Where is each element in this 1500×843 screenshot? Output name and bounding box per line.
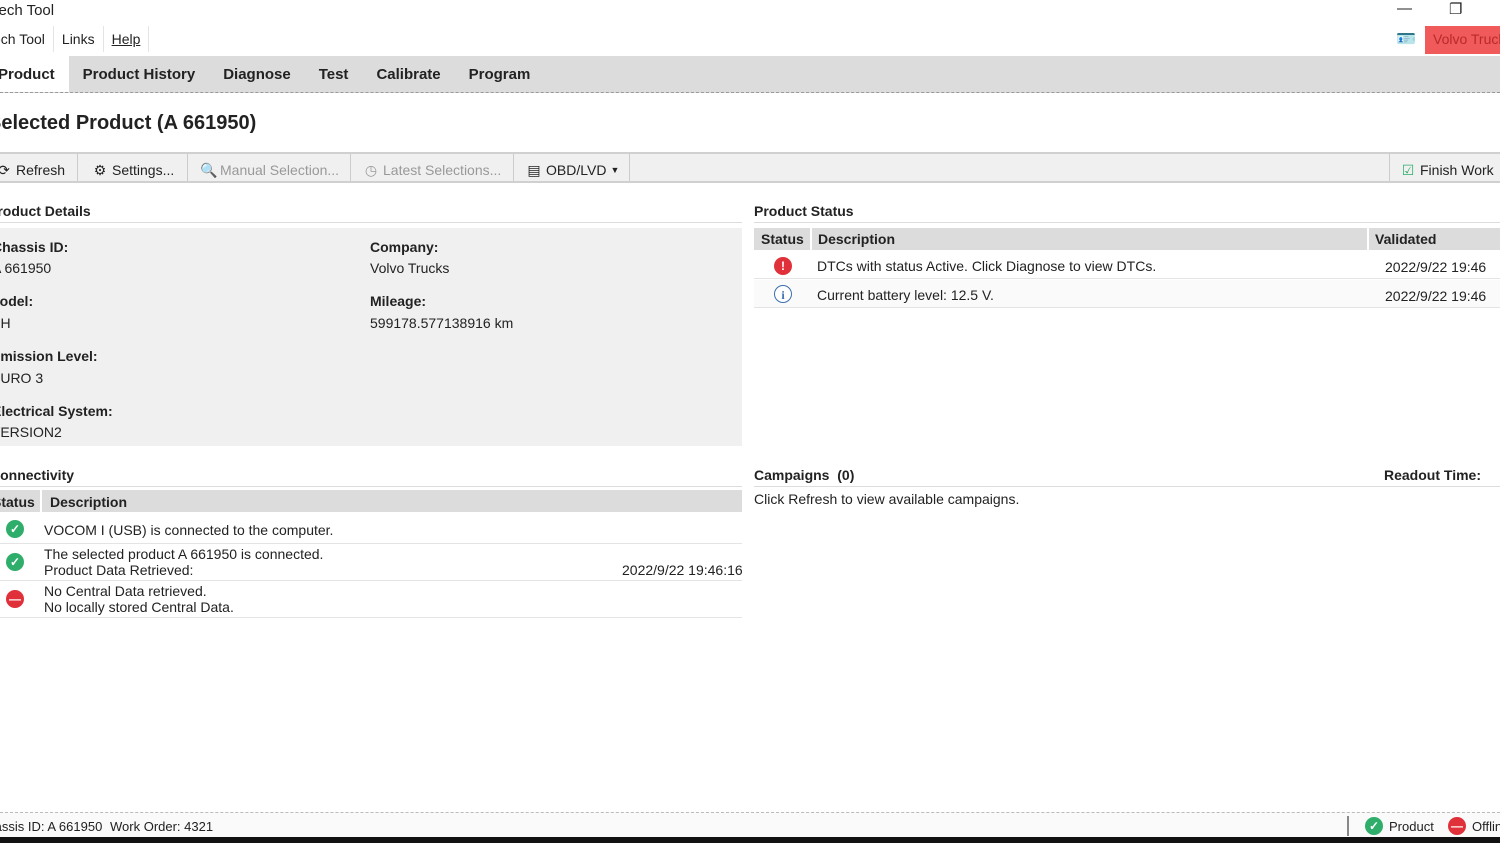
campaigns-count: (0) (837, 467, 855, 483)
product-status-row[interactable]: i Current battery level: 12.5 V. 2022/9/… (754, 280, 1500, 308)
connectivity-time: 2022/9/22 19:46:16 (622, 562, 743, 578)
col-validated: Validated (1367, 228, 1436, 250)
user-badge[interactable]: Volvo Trucks (1425, 26, 1500, 54)
user-card-icon[interactable]: 🪪 (1396, 29, 1416, 49)
product-details-title: Product Details (0, 203, 91, 219)
check-icon: ✓ (1365, 817, 1383, 835)
model-value: FH (0, 315, 11, 331)
title-bar: Tech Tool — ❐ (0, 0, 1500, 24)
status-description: DTCs with status Active. Click Diagnose … (817, 258, 1157, 274)
statusbar-chassis: Chassis ID: A 661950 (0, 819, 103, 834)
connectivity-text: No Central Data retrieved. (44, 583, 207, 599)
status-bar: Chassis ID: A 661950 Work Order: 4321 ✓ … (0, 812, 1500, 837)
document-icon: ▤ (527, 162, 541, 178)
finish-work-button[interactable]: ☑ Finish Work (1389, 154, 1500, 181)
refresh-button[interactable]: ⟳ Refresh (0, 154, 78, 181)
tab-test[interactable]: Test (305, 56, 363, 92)
campaigns-label: Campaigns (754, 467, 830, 483)
electrical-system-label: Electrical System: (0, 403, 113, 419)
product-status-row[interactable]: ! DTCs with status Active. Click Diagnos… (754, 251, 1500, 279)
stop-icon: — (1448, 817, 1466, 835)
obd-lvd-dropdown[interactable]: ▤ OBD/LVD ▼ (514, 154, 630, 181)
status-validated: 2022/9/22 19:46 (1385, 259, 1487, 275)
toolbar: ⟳ Refresh ⚙ Settings... 🔍 Manual Selection.… (0, 152, 1500, 183)
connectivity-title: Connectivity (0, 467, 75, 483)
refresh-icon: ⟳ (0, 162, 10, 178)
status-validated: 2022/9/22 19:46 (1385, 288, 1487, 304)
stop-icon: — (6, 590, 24, 608)
connectivity-row[interactable]: ✓ VOCOM I (USB) is connected to the comp… (0, 515, 742, 544)
taskbar-edge (0, 837, 1500, 843)
electrical-system-value: VERSION2 (0, 424, 62, 440)
latest-selections-button[interactable]: ◷ Latest Selections... (351, 154, 514, 181)
gear-icon: ⚙ (93, 162, 107, 178)
minimize-button[interactable]: — (1397, 0, 1412, 17)
search-icon: 🔍 (200, 162, 218, 178)
connectivity-header: Status Description (0, 490, 742, 512)
campaigns-title: Campaigns (0) (754, 467, 854, 483)
statusbar-offline: Offline (1472, 819, 1500, 834)
restore-button[interactable]: ❐ (1449, 0, 1462, 18)
tab-diagnose[interactable]: Diagnose (209, 56, 305, 92)
chevron-down-icon: ▼ (610, 165, 620, 175)
chassis-id-label: Chassis ID: (0, 239, 69, 255)
tab-calibrate[interactable]: Calibrate (362, 56, 454, 92)
menu-help[interactable]: Help (104, 26, 150, 52)
statusbar-work-order: Work Order: 4321 (110, 819, 214, 834)
page-title: Selected Product (A 661950) (0, 112, 257, 134)
info-icon: i (774, 285, 792, 303)
company-value: Volvo Trucks (370, 260, 450, 276)
settings-button[interactable]: ⚙ Settings... (86, 154, 188, 181)
clock-icon: ◷ (364, 162, 378, 178)
product-status-header: Status Description Validated (754, 228, 1500, 250)
col-status: Status (0, 494, 35, 510)
status-description: Current battery level: 12.5 V. (817, 287, 994, 303)
divider (1347, 816, 1349, 836)
product-status-title: Product Status (754, 203, 854, 219)
menu-links[interactable]: Links (54, 26, 104, 52)
main-tabs: Product Product History Diagnose Test Ca… (0, 56, 1500, 93)
tab-product-history[interactable]: Product History (69, 56, 210, 92)
statusbar-product: Product (1389, 819, 1434, 834)
connectivity-row[interactable]: ✓ The selected product A 661950 is conne… (0, 545, 743, 581)
check-icon: ✓ (6, 520, 24, 538)
product-details-panel: Chassis ID: A 661950 Company: Volvo Truc… (0, 228, 742, 446)
readout-time-label: Readout Time: (1384, 467, 1481, 483)
window-title: Tech Tool (0, 2, 55, 19)
menu-bar: Tech Tool Links Help (0, 26, 150, 52)
manual-selection-button[interactable]: 🔍 Manual Selection... (188, 154, 351, 181)
col-description: Description (40, 490, 127, 512)
mileage-value: 599178.577138916 km (370, 315, 514, 331)
tab-product[interactable]: Product (0, 56, 69, 92)
connectivity-text: Product Data Retrieved: (44, 562, 194, 578)
connectivity-text: VOCOM I (USB) is connected to the comput… (44, 522, 334, 538)
finish-work-icon: ☑ (1401, 162, 1415, 178)
emission-level-label: Emission Level: (0, 348, 98, 364)
menu-tech-tool[interactable]: Tech Tool (0, 26, 54, 52)
mileage-label: Mileage: (370, 293, 427, 309)
col-status: Status (761, 231, 804, 247)
campaigns-message: Click Refresh to view available campaign… (754, 491, 1020, 507)
connectivity-text: The selected product A 661950 is connect… (44, 546, 324, 562)
connectivity-row[interactable]: — No Central Data retrieved. No locally … (0, 582, 742, 618)
model-label: Model: (0, 293, 34, 309)
connectivity-text: No locally stored Central Data. (44, 599, 234, 615)
error-icon: ! (774, 257, 792, 275)
check-icon: ✓ (6, 553, 24, 571)
col-description: Description (810, 228, 895, 250)
tab-program[interactable]: Program (455, 56, 545, 92)
company-label: Company: (370, 239, 439, 255)
emission-level-value: EURO 3 (0, 370, 44, 386)
chassis-id-value: A 661950 (0, 260, 52, 276)
